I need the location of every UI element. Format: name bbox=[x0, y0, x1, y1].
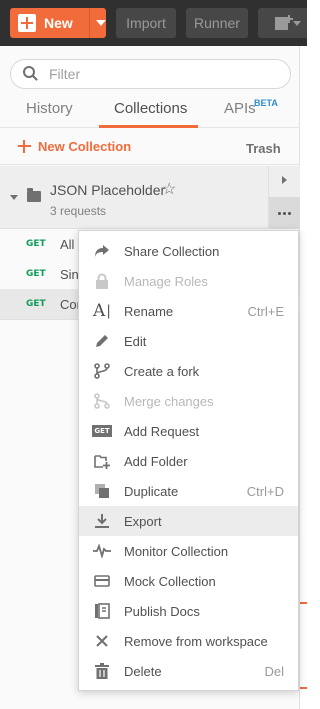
request-method: GET bbox=[26, 299, 46, 309]
menu-item-duplicate[interactable]: Duplicate Ctrl+D bbox=[79, 476, 298, 506]
menu-item-label: Create a fork bbox=[124, 364, 200, 379]
menu-item-label: Mock Collection bbox=[124, 574, 216, 589]
duplicate-icon bbox=[93, 482, 111, 500]
menu-item-label: Edit bbox=[124, 334, 147, 349]
merge-icon bbox=[93, 392, 111, 410]
menu-item-mock-collection[interactable]: Mock Collection bbox=[79, 566, 298, 596]
pulse-icon bbox=[93, 542, 111, 560]
close-icon bbox=[93, 632, 111, 650]
tab-history[interactable]: History bbox=[26, 100, 73, 117]
search-input[interactable] bbox=[49, 66, 269, 82]
new-button-label: New bbox=[44, 15, 73, 31]
menu-item-label: Export bbox=[124, 514, 162, 529]
menu-item-merge-changes: Merge changes bbox=[79, 386, 298, 416]
menu-item-label: Duplicate bbox=[124, 484, 179, 499]
mock-server-icon bbox=[93, 572, 111, 590]
menu-item-edit[interactable]: Edit bbox=[79, 326, 298, 356]
collections-actions-bar: New Collection Trash bbox=[0, 129, 300, 165]
menu-item-label: Merge changes bbox=[124, 394, 214, 409]
lock-icon bbox=[93, 272, 111, 290]
menu-item-monitor-collection[interactable]: Monitor Collection bbox=[79, 536, 298, 566]
menu-item-label: Add Request bbox=[124, 424, 200, 439]
menu-item-remove-from-workspace[interactable]: Remove from workspace bbox=[79, 626, 298, 656]
menu-item-publish-docs[interactable]: Publish Docs bbox=[79, 596, 298, 626]
menu-item-label: Share Collection bbox=[124, 244, 220, 259]
menu-item-delete[interactable]: Delete Del bbox=[79, 656, 298, 686]
menu-item-label: Add Folder bbox=[124, 454, 188, 469]
tab-collections[interactable]: Collections bbox=[114, 100, 187, 117]
beta-badge: BETA bbox=[254, 98, 278, 108]
sidebar-tabs: History Collections APIs BETA bbox=[0, 94, 300, 128]
menu-item-shortcut: Ctrl+E bbox=[247, 304, 284, 319]
new-collection-label: New Collection bbox=[38, 139, 132, 154]
request-method: GET bbox=[26, 239, 46, 249]
trash-link[interactable]: Trash bbox=[246, 141, 281, 156]
chevron-right-icon[interactable] bbox=[269, 166, 300, 196]
add-folder-icon bbox=[93, 452, 111, 470]
plus-icon bbox=[18, 14, 36, 32]
new-collection-button[interactable]: New Collection bbox=[18, 139, 131, 154]
chevron-down-icon[interactable] bbox=[96, 20, 106, 26]
chevron-down-icon[interactable] bbox=[10, 195, 18, 200]
chevron-down-icon bbox=[293, 21, 301, 26]
menu-item-label: Remove from workspace bbox=[124, 634, 268, 649]
collection-row[interactable]: JSON Placeholder ☆ 3 requests bbox=[0, 166, 300, 229]
collection-actions bbox=[268, 166, 300, 229]
accent-mark bbox=[300, 687, 307, 689]
menu-item-label: Publish Docs bbox=[124, 604, 200, 619]
main-panel-edge bbox=[300, 46, 307, 709]
accent-mark bbox=[300, 602, 307, 604]
more-options-button[interactable] bbox=[269, 197, 300, 229]
menu-item-add-folder[interactable]: Add Folder bbox=[79, 446, 298, 476]
new-window-button[interactable] bbox=[258, 8, 307, 38]
menu-item-shortcut: Del bbox=[264, 664, 284, 679]
request-method: GET bbox=[26, 269, 46, 279]
menu-item-create-fork[interactable]: Create a fork bbox=[79, 356, 298, 386]
tab-apis[interactable]: APIs bbox=[224, 100, 256, 117]
plus-icon bbox=[18, 140, 31, 153]
folder-icon bbox=[27, 188, 41, 202]
active-tab-indicator bbox=[99, 125, 198, 128]
new-button[interactable]: New bbox=[10, 8, 106, 38]
search-icon bbox=[23, 66, 39, 82]
share-icon bbox=[93, 242, 111, 260]
menu-item-export[interactable]: Export bbox=[79, 506, 298, 536]
new-button-divider bbox=[89, 8, 90, 38]
menu-item-label: Monitor Collection bbox=[124, 544, 229, 559]
menu-item-manage-roles: Manage Roles bbox=[79, 266, 298, 296]
collection-name: JSON Placeholder bbox=[50, 182, 166, 198]
download-icon bbox=[93, 512, 111, 530]
get-request-icon: GET bbox=[92, 425, 112, 437]
menu-item-shortcut: Ctrl+D bbox=[246, 484, 284, 499]
menu-item-rename[interactable]: A | Rename Ctrl+E bbox=[79, 296, 298, 326]
add-window-icon bbox=[274, 15, 293, 31]
menu-item-share-collection[interactable]: Share Collection bbox=[79, 236, 298, 266]
fork-icon bbox=[93, 362, 111, 380]
trash-icon bbox=[93, 662, 111, 680]
menu-item-label: Delete bbox=[124, 664, 162, 679]
rename-icon: A | bbox=[93, 301, 111, 321]
menu-item-label: Manage Roles bbox=[124, 274, 208, 289]
top-toolbar: New Import Runner bbox=[0, 0, 307, 46]
import-button[interactable]: Import bbox=[116, 8, 176, 38]
collection-context-menu: Share Collection Manage Roles A | Rename … bbox=[78, 230, 299, 691]
menu-item-label: Rename bbox=[124, 304, 174, 319]
runner-button[interactable]: Runner bbox=[186, 8, 248, 38]
menu-item-add-request[interactable]: GET Add Request bbox=[79, 416, 298, 446]
docs-icon bbox=[93, 602, 111, 620]
pencil-icon bbox=[93, 332, 111, 350]
search-box[interactable] bbox=[10, 59, 291, 89]
star-icon[interactable]: ☆ bbox=[162, 179, 176, 199]
collection-request-count: 3 requests bbox=[50, 204, 107, 218]
